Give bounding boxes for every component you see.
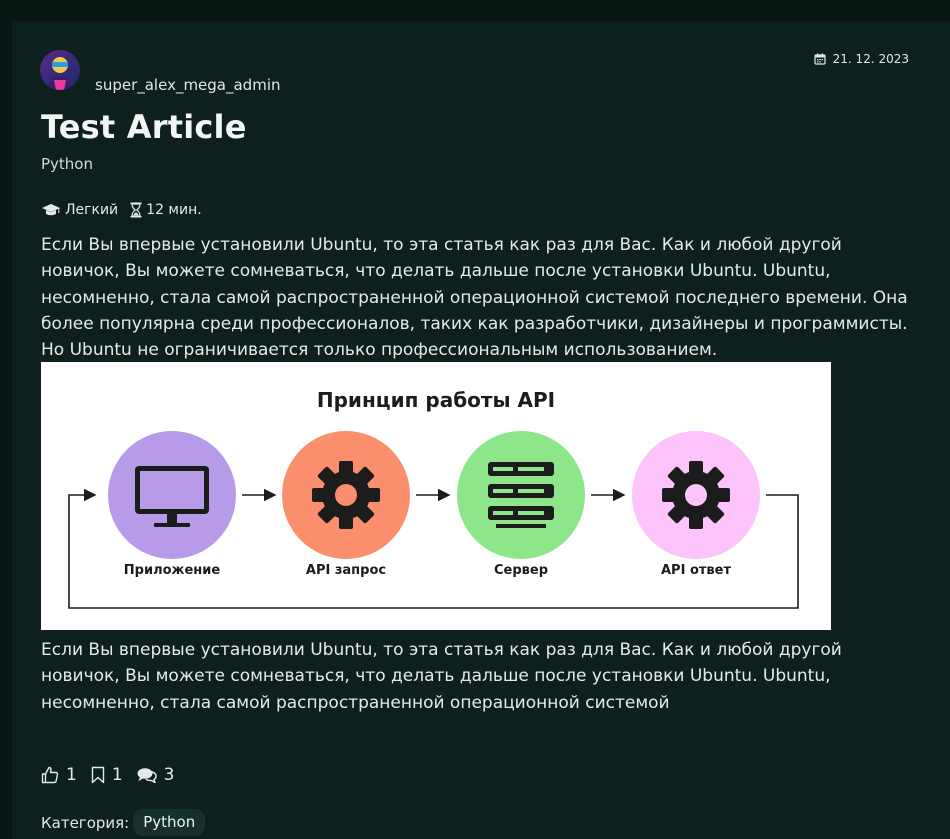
comment-count: 3 [163,765,175,785]
avatar-image [40,50,80,90]
author-avatar[interactable] [40,50,80,90]
article-subtitle: Python [41,155,93,173]
step-label-request: API запрос [305,563,387,578]
author-username[interactable]: super_alex_mega_admin [95,76,281,94]
step-label-app: Приложение [123,563,221,578]
comments-icon [137,768,157,783]
post-date: 21. 12. 2023 [814,52,909,66]
api-diagram-image: Принцип работы API Приложение API запрос… [41,362,831,630]
category-tag[interactable]: Python [133,809,206,836]
like-count: 1 [66,765,77,785]
like-button[interactable]: 1 [41,765,77,785]
read-time-label: 12 мин. [146,202,202,218]
gear-icon [662,461,730,529]
post-date-text: 21. 12. 2023 [832,52,909,66]
step-label-response: API ответ [661,563,731,578]
difficulty-label: Легкий [65,202,119,218]
step-label-server: Сервер [493,563,548,578]
article-card: super_alex_mega_admin 21. 12. 2023 Test … [12,22,950,839]
article-paragraph: Если Вы впервые установили Ubuntu, то эт… [41,640,842,713]
hourglass-icon [130,202,142,218]
thumbs-up-icon [41,766,59,784]
article-paragraph: Если Вы впервые установили Ubuntu, то эт… [41,235,908,361]
comments-button[interactable]: 3 [137,765,175,785]
bookmark-count: 1 [111,765,123,785]
diagram-title: Принцип работы API [316,388,556,412]
category-row: Категория: Python [41,809,206,836]
graduation-cap-icon [42,204,60,216]
server-icon [488,462,554,528]
calendar-icon [814,53,826,65]
category-label: Категория: [41,813,130,832]
gear-icon [312,461,380,529]
article-actions: 1 1 3 [41,765,188,785]
article-title: Test Article [41,108,247,146]
bookmark-button[interactable]: 1 [91,765,123,785]
bookmark-icon [91,766,105,784]
article-meta: Легкий 12 мин. [41,202,202,218]
